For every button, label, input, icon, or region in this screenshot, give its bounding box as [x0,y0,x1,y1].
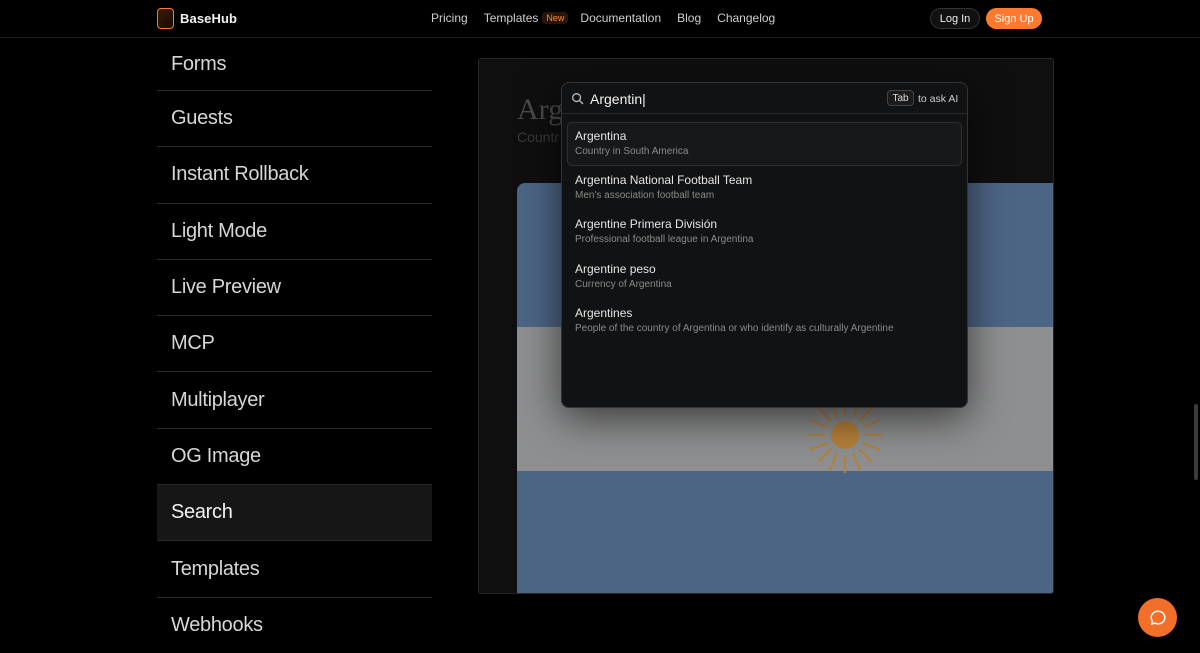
result-subtitle: Men's association football team [575,190,715,202]
top-navigation-bar: BaseHub Pricing Templates New Documentat… [0,0,1200,38]
basehub-logo-icon [157,8,174,29]
preview-page-title: Arg [517,93,564,126]
sidebar-item-webhooks[interactable]: Webhooks [157,598,432,653]
search-icon [572,93,584,105]
sidebar-item-templates[interactable]: Templates [157,541,432,598]
sidebar-item-forms[interactable]: Forms [157,38,432,91]
tab-key-hint: Tab [887,90,914,106]
search-result-item[interactable]: Argentine Primera División Professional … [567,210,962,254]
result-title: Argentina [575,129,627,143]
ask-ai-hint: to ask AI [918,93,959,105]
sidebar-item-og-image[interactable]: OG Image [157,429,432,486]
sidebar-item-live-preview[interactable]: Live Preview [157,260,432,317]
nav-link-blog[interactable]: Blog [677,11,701,25]
search-result-item[interactable]: Argentines People of the country of Arge… [567,299,962,343]
features-sidebar: Forms Guests Instant Rollback Light Mode… [157,38,432,653]
preview-page-subtitle: Countr [517,129,560,145]
chat-launcher-button[interactable] [1138,598,1177,637]
sidebar-item-search[interactable]: Search [157,485,432,542]
new-badge: New [542,12,569,24]
sidebar-item-multiplayer[interactable]: Multiplayer [157,372,432,429]
result-subtitle: Currency of Argentina [575,278,672,290]
brand-name: BaseHub [180,11,238,26]
sidebar-item-instant-rollback[interactable]: Instant Rollback [157,147,432,204]
search-dialog: Tab to ask AI Argentina Country in South… [561,82,968,408]
page-scrollbar-thumb[interactable] [1194,404,1198,480]
result-subtitle: People of the country of Argentina or wh… [575,322,894,334]
search-input[interactable] [590,88,880,110]
nav-link-documentation[interactable]: Documentation [580,11,661,25]
search-bar: Tab to ask AI [562,83,967,114]
main-nav: Pricing Templates New Documentation Blog… [431,11,791,25]
chat-bubble-icon [1149,609,1166,625]
result-title: Argentine peso [575,261,656,276]
sidebar-item-mcp[interactable]: MCP [157,316,432,373]
search-result-item[interactable]: Argentina National Football Team Men's a… [567,166,962,210]
signup-button[interactable]: Sign Up [986,8,1042,29]
sidebar-item-light-mode[interactable]: Light Mode [157,204,432,260]
search-result-item[interactable]: Argentine peso Currency of Argentina [567,255,962,299]
result-title: Argentine Primera División [575,217,718,232]
login-button[interactable]: Log In [930,8,980,29]
nav-link-templates[interactable]: Templates [484,11,539,25]
result-title: Argentines [575,305,633,320]
result-subtitle: Professional football league in Argentin… [575,234,754,246]
result-title: Argentina National Football Team [575,173,753,188]
result-subtitle: Country in South America [575,146,689,157]
search-results-list: Argentina Country in South America Argen… [567,122,962,343]
nav-link-pricing[interactable]: Pricing [431,11,468,25]
brand-logo[interactable]: BaseHub [157,8,237,29]
sidebar-item-guests[interactable]: Guests [157,91,432,148]
search-result-item[interactable]: Argentina Country in South America [567,122,962,167]
nav-link-changelog[interactable]: Changelog [717,11,775,25]
